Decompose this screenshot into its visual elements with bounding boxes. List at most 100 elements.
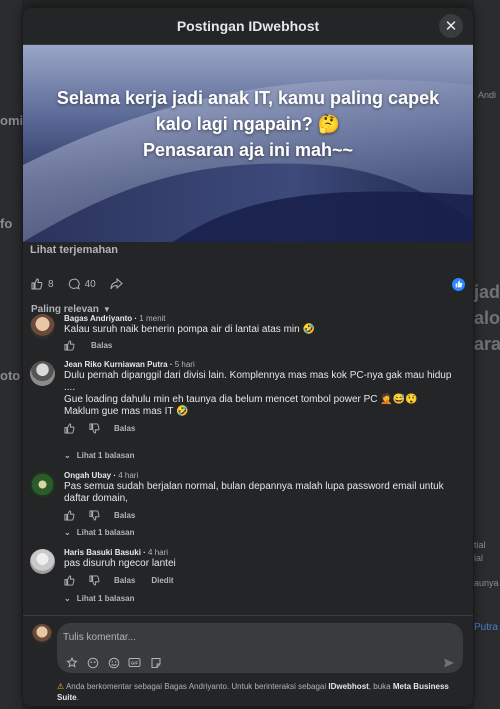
thumbs-up-icon — [455, 280, 462, 288]
comment-author[interactable]: Bagas Andriyanto · 1 menit — [64, 313, 453, 324]
avatar[interactable] — [30, 314, 55, 339]
background-text-fragment: tial — [474, 540, 486, 550]
post-image[interactable]: Selama kerja jadi anak IT, kamu paling c… — [23, 45, 473, 242]
comment-time[interactable]: 1 menit — [139, 314, 165, 323]
avatar[interactable] — [30, 361, 55, 386]
background-heading-fragment: jad — [474, 282, 500, 302]
close-icon: ✕ — [444, 18, 458, 35]
comment-time[interactable]: 4 hari — [118, 471, 138, 480]
edited-label[interactable]: Diedit — [151, 576, 173, 585]
author-name[interactable]: Ongah Ubay — [64, 471, 111, 480]
comment-actions: Balas — [64, 338, 453, 352]
comment-icon — [68, 278, 80, 290]
comment-text: Dulu pernah dipanggil dari divisi lain. … — [64, 370, 452, 393]
comment-item: Bagas Andriyanto · 1 menit Kalau suruh n… — [23, 313, 473, 359]
like-comment-button[interactable] — [64, 574, 75, 586]
comment-actions: Balas Diedit — [64, 573, 453, 587]
comment-item: Ongah Ubay · 4 hari Pas semua sudah berj… — [23, 470, 473, 526]
emoji-icon — [108, 657, 119, 668]
like-comment-button[interactable] — [64, 339, 75, 351]
view-replies-link[interactable]: ⌄ Lihat 1 balasan — [23, 525, 473, 539]
comment-text: Pas semua sudah berjalan normal, bulan d… — [64, 481, 444, 504]
close-button[interactable]: ✕ — [439, 14, 463, 38]
comment-list[interactable]: Bagas Andriyanto · 1 menit Kalau suruh n… — [23, 313, 473, 615]
dislike-comment-button[interactable] — [89, 422, 100, 434]
like-button[interactable]: 8 — [31, 278, 54, 290]
caption-line: kalo lagi ngapain? 🤔 — [155, 114, 341, 134]
author-name[interactable]: Bagas Andriyanto — [64, 314, 132, 323]
avatar-sticker-icon — [65, 656, 78, 668]
background-heading-fragment: alo — [474, 308, 500, 328]
comment-text: Gue loading dahulu min eh taunya dia bel… — [64, 394, 418, 405]
share-icon — [110, 278, 123, 290]
thumbs-up-icon — [31, 278, 43, 290]
avatar[interactable] — [32, 624, 52, 644]
gif-icon: GIF — [128, 658, 141, 667]
thumbs-down-icon — [89, 422, 100, 434]
thumbs-up-icon — [64, 574, 75, 586]
comment-item: Jean Riko Kurniawan Putra · 5 hari Dulu … — [23, 359, 473, 450]
view-replies-link[interactable]: ⌄ Lihat 1 balasan — [23, 591, 473, 605]
comment-author[interactable]: Ongah Ubay · 4 hari — [64, 470, 453, 481]
sticker-pack-button[interactable] — [149, 656, 162, 669]
dialog-header: Postingan IDwebhost ✕ — [23, 8, 473, 45]
comment-author[interactable]: Haris Basuki Basuki · 4 hari — [64, 547, 453, 558]
send-button[interactable] — [443, 656, 455, 674]
comment-item: Haris Basuki Basuki · 4 hari pas disuruh… — [23, 547, 473, 592]
notice-text: . — [76, 693, 79, 702]
background-left-column — [0, 0, 22, 709]
notice-text: Anda berkomentar sebagai Bagas Andriyant… — [65, 682, 327, 691]
dislike-comment-button[interactable] — [89, 574, 100, 586]
comment-composer: GIF ⚠ Anda berkomentar sebagai Bagas And… — [23, 615, 473, 706]
comment-input[interactable] — [63, 629, 423, 645]
view-replies-label: Lihat 1 balasan — [76, 527, 135, 537]
thumbs-down-icon — [89, 509, 100, 521]
comment-actions: Balas — [64, 421, 453, 435]
share-button[interactable] — [110, 278, 128, 290]
gif-button[interactable]: GIF — [128, 656, 141, 669]
composer-toolbar: GIF — [65, 656, 170, 669]
reply-button[interactable]: Balas — [114, 511, 135, 520]
reply-button[interactable]: Balas — [114, 424, 135, 433]
chevron-down-icon: ⌄ — [64, 450, 71, 460]
background-heading-fragment: ara — [474, 334, 500, 354]
warning-icon: ⚠ — [57, 682, 65, 691]
thumbs-up-icon — [64, 339, 75, 351]
comment-text: Maklum gue mas mas IT 🤣 — [64, 406, 189, 417]
thumbs-up-icon — [64, 422, 75, 434]
notice-text: , buka — [368, 682, 391, 691]
background-label-fragment: oto — [0, 368, 21, 383]
comment-time[interactable]: 4 hari — [148, 548, 168, 557]
like-reaction-badge[interactable] — [452, 277, 465, 291]
comment-author[interactable]: Jean Riko Kurniawan Putra · 5 hari — [64, 359, 453, 370]
comment-input-box: GIF — [57, 623, 463, 673]
see-translation-link[interactable]: Lihat terjemahan — [23, 244, 473, 262]
thumbs-down-icon — [89, 574, 100, 586]
view-replies-label: Lihat 1 balasan — [76, 450, 135, 460]
avatar-sticker-button[interactable] — [65, 656, 78, 669]
view-replies-link[interactable]: ⌄ Lihat 1 balasan — [23, 448, 473, 462]
commenting-as-notice: ⚠ Anda berkomentar sebagai Bagas Andriya… — [57, 681, 457, 703]
thumbs-up-icon — [64, 509, 75, 521]
chevron-down-icon: ⌄ — [64, 593, 71, 603]
dialog-title: Postingan IDwebhost — [176, 18, 320, 34]
comment-button[interactable]: 40 — [68, 278, 96, 290]
caption-line: Selama kerja jadi anak IT, kamu paling c… — [56, 88, 440, 108]
author-name[interactable]: Jean Riko Kurniawan Putra — [64, 360, 168, 369]
background-text-fragment: aunya — [474, 578, 499, 588]
post-dialog: Postingan IDwebhost ✕ Selama kerja jadi … — [23, 8, 473, 706]
dislike-comment-button[interactable] — [89, 509, 100, 521]
avatar[interactable] — [30, 549, 55, 574]
like-comment-button[interactable] — [64, 509, 75, 521]
emoji-button[interactable] — [107, 656, 120, 669]
view-replies-label: Lihat 1 balasan — [76, 593, 135, 603]
avatar[interactable] — [30, 472, 55, 497]
background-text-fragment: Putra — [474, 622, 498, 633]
background-text-fragment: Andi — [478, 90, 497, 100]
reply-button[interactable]: Balas — [114, 576, 135, 585]
sticker-button[interactable] — [86, 656, 99, 669]
reply-button[interactable]: Balas — [91, 341, 112, 350]
like-comment-button[interactable] — [64, 422, 75, 434]
comment-time[interactable]: 5 hari — [175, 360, 195, 369]
author-name[interactable]: Haris Basuki Basuki — [64, 548, 141, 557]
